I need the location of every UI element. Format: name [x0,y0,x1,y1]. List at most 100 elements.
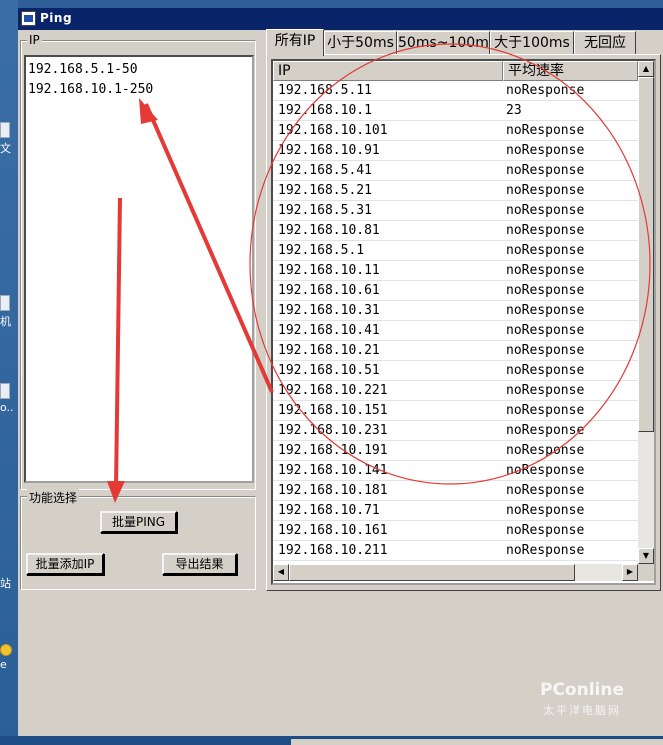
watermark-sub: 太平洋电脑网 [543,704,621,717]
row-avg-speed: noResponse [506,403,585,418]
row-avg-speed: noResponse [506,523,585,538]
row-ip: 192.168.10.231 [278,423,388,438]
tab-under-50ms[interactable]: 小于50ms [324,31,397,55]
row-ip: 192.168.10.101 [278,123,388,138]
table-row[interactable]: 192.168.10.101 noResponse [273,121,638,141]
tab-50-100ms[interactable]: 50ms~100ms [397,31,496,55]
row-ip: 192.168.10.141 [278,463,388,478]
row-ip: 192.168.10.21 [278,343,380,358]
row-ip: 192.168.10.51 [278,363,380,378]
row-avg-speed: noResponse [506,123,585,138]
table-row[interactable]: 192.168.5.21 noResponse [273,181,638,201]
row-avg-speed: noResponse [506,463,585,478]
row-avg-speed: noResponse [506,423,585,438]
desktop-icon[interactable]: o.. [0,383,16,414]
row-ip: 192.168.5.31 [278,203,372,218]
scroll-corner [638,564,654,581]
tab-no-response[interactable]: 无回应 [574,31,636,55]
row-ip: 192.168.10.221 [278,383,388,398]
export-results-button[interactable]: 导出结果 [162,553,237,575]
result-list[interactable]: IP 平均速率 192.168.5.11 noResponse 192.168.10… [271,59,656,585]
table-row[interactable]: 192.168.5.31 noResponse [273,201,638,221]
row-ip: 192.168.5.1 [278,243,365,258]
desktop-icon[interactable]: 站 [0,565,16,591]
row-ip: 192.168.10.191 [278,443,388,458]
row-avg-speed: noResponse [506,243,585,258]
table-row[interactable]: 192.168.10.91 noResponse [273,141,638,161]
row-avg-speed: noResponse [506,283,585,298]
table-row[interactable]: 192.168.10.161 noResponse [273,521,638,541]
row-ip: 192.168.5.21 [278,183,372,198]
row-avg-speed: noResponse [506,163,585,178]
row-avg-speed: noResponse [506,503,585,518]
table-row[interactable]: 192.168.10.211 noResponse [273,541,638,561]
desktop-icon[interactable]: 文 [0,122,16,156]
column-header-avg-speed[interactable]: 平均速率 [503,61,638,81]
horizontal-scroll-thumb[interactable] [289,564,575,581]
row-ip: 192.168.10.211 [278,543,388,558]
desktop-icon[interactable]: e [0,644,16,671]
desktop-icon[interactable]: 机 [0,295,16,329]
row-ip: 192.168.10.41 [278,323,380,338]
row-avg-speed: noResponse [506,263,585,278]
row-avg-speed: noResponse [506,543,585,558]
table-row[interactable]: 192.168.10.71 noResponse [273,501,638,521]
desktop-icon-label: 站 [0,577,11,590]
tab-panel: IP 平均速率 192.168.5.11 noResponse 192.168.10… [266,54,661,591]
horizontal-scrollbar[interactable]: ◀ ▶ [273,564,638,581]
table-row[interactable]: 192.168.10.21 noResponse [273,341,638,361]
function-group: 功能选择 批量PING 批量添加IP 导出结果 [20,489,256,590]
batch-add-ip-button[interactable]: 批量添加IP [26,553,104,575]
ip-line: 192.168.5.1-50 [28,62,138,77]
scroll-left-button[interactable]: ◀ [273,564,289,581]
tab-all-ip[interactable]: 所有IP [266,29,324,56]
table-row[interactable]: 192.168.10.191 noResponse [273,441,638,461]
table-row[interactable]: 192.168.10.141 noResponse [273,461,638,481]
row-avg-speed: noResponse [506,483,585,498]
row-ip: 192.168.10.71 [278,503,380,518]
table-row[interactable]: 192.168.10.151 noResponse [273,401,638,421]
app-icon [21,11,36,26]
tab-over-100ms[interactable]: 大于100ms [490,31,574,55]
table-row[interactable]: 192.168.10.1 23 [273,101,638,121]
row-avg-speed: noResponse [506,83,585,98]
row-ip: 192.168.10.1 [278,103,372,118]
vertical-scroll-thumb[interactable] [638,77,654,432]
table-row[interactable]: 192.168.10.11 noResponse [273,261,638,281]
table-row[interactable]: 192.168.10.221 noResponse [273,381,638,401]
ip-input[interactable]: 192.168.5.1-50 192.168.10.1-250 [24,55,254,483]
scroll-right-button[interactable]: ▶ [622,564,638,581]
row-avg-speed: noResponse [506,223,585,238]
window-title: Ping [40,11,73,25]
vertical-scrollbar[interactable]: ▲ ▼ [638,61,654,564]
title-bar[interactable]: Ping [18,8,663,30]
table-row[interactable]: 192.168.10.41 noResponse [273,321,638,341]
batch-ping-button[interactable]: 批量PING [100,511,177,533]
table-row[interactable]: 192.168.10.31 noResponse [273,301,638,321]
row-ip: 192.168.10.181 [278,483,388,498]
row-avg-speed: noResponse [506,443,585,458]
list-header: IP 平均速率 [273,61,638,81]
table-row[interactable]: 192.168.10.231 noResponse [273,421,638,441]
table-row[interactable]: 192.168.5.1 noResponse [273,241,638,261]
scroll-down-button[interactable]: ▼ [638,548,654,564]
table-row[interactable]: 192.168.10.181 noResponse [273,481,638,501]
table-row[interactable]: 192.168.5.41 noResponse [273,161,638,181]
scroll-up-button[interactable]: ▲ [638,61,654,77]
ip-group-legend: IP [27,33,42,47]
row-ip: 192.168.10.151 [278,403,388,418]
row-ip: 192.168.10.81 [278,223,380,238]
ip-group: IP 192.168.5.1-50 192.168.10.1-250 [20,33,256,490]
function-group-legend: 功能选择 [27,489,80,506]
desktop-strip: 文 机 o.. 站 e [0,0,18,745]
list-rows: 192.168.5.11 noResponse 192.168.10.1 23 192.… [273,81,638,561]
table-row[interactable]: 192.168.10.81 noResponse [273,221,638,241]
table-row[interactable]: 192.168.10.61 noResponse [273,281,638,301]
row-avg-speed: noResponse [506,303,585,318]
row-ip: 192.168.10.91 [278,143,380,158]
table-row[interactable]: 192.168.5.11 noResponse [273,81,638,101]
row-avg-speed: noResponse [506,323,585,338]
table-row[interactable]: 192.168.10.51 noResponse [273,361,638,381]
row-ip: 192.168.5.41 [278,163,372,178]
column-header-ip[interactable]: IP [273,61,503,81]
